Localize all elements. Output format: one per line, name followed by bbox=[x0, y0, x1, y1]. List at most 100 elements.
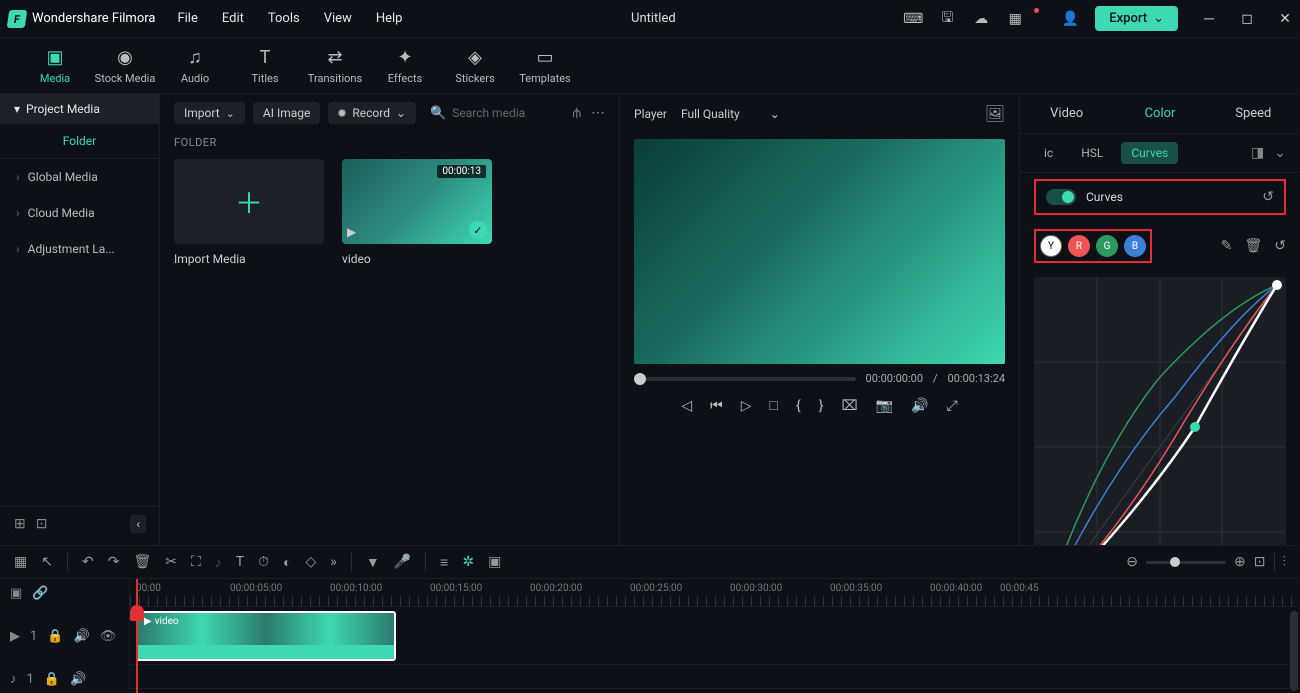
menu-view[interactable]: View bbox=[324, 11, 352, 26]
tab-templates[interactable]: ▭Templates bbox=[510, 47, 580, 85]
apps-icon[interactable]: ▦ bbox=[1006, 10, 1024, 28]
undo-icon[interactable]: ↺ bbox=[1274, 238, 1286, 254]
zoom-in-icon[interactable]: ⊕ bbox=[1234, 554, 1246, 570]
audio-track-1[interactable] bbox=[130, 665, 1300, 689]
import-dropdown[interactable]: Import bbox=[174, 102, 245, 124]
grid-icon[interactable]: ▦ bbox=[14, 554, 27, 570]
zoom-out-icon[interactable]: ⊖ bbox=[1126, 554, 1138, 570]
channel-luma[interactable]: Y bbox=[1040, 235, 1062, 257]
menu-edit[interactable]: Edit bbox=[222, 11, 244, 26]
render-icon[interactable]: ▣ bbox=[488, 554, 501, 570]
playhead[interactable] bbox=[136, 579, 138, 693]
maximize-button[interactable]: ◻ bbox=[1240, 12, 1254, 26]
color-icon[interactable]: ◐ bbox=[283, 554, 291, 571]
play-button[interactable]: ▷ bbox=[741, 398, 752, 414]
inspector-tab-video[interactable]: Video bbox=[1020, 94, 1113, 133]
undo-icon[interactable]: ↶ bbox=[82, 554, 94, 570]
tab-transitions[interactable]: ⇄Transitions bbox=[300, 47, 370, 85]
zoom-fit-icon[interactable]: ⊡ bbox=[1254, 554, 1266, 570]
new-folder-icon[interactable]: ⊞ bbox=[14, 516, 26, 532]
display-icon[interactable]: ⌧ bbox=[841, 398, 857, 414]
speed-icon[interactable]: ⏱ bbox=[258, 554, 269, 570]
marker-icon[interactable]: ▼ bbox=[366, 554, 380, 571]
lock-icon[interactable]: 🔒 bbox=[44, 672, 60, 687]
stop-button[interactable]: □ bbox=[769, 397, 777, 414]
mixer-icon[interactable]: ≡ bbox=[440, 554, 448, 571]
mute-icon[interactable]: 🔊 bbox=[74, 629, 90, 644]
minimize-button[interactable]: ─ bbox=[1202, 12, 1216, 26]
keyframe-icon[interactable]: ◇ bbox=[306, 554, 317, 570]
eyedropper-icon[interactable]: ✎ bbox=[1221, 238, 1233, 254]
zoom-handle[interactable] bbox=[1170, 557, 1180, 567]
chevron-down-icon[interactable]: ⌄ bbox=[1274, 145, 1286, 161]
curves-reset-icon[interactable]: ↺ bbox=[1262, 189, 1274, 205]
tab-stock-media[interactable]: ◉Stock Media bbox=[90, 47, 160, 85]
fullscreen-icon[interactable]: ⤢ bbox=[946, 398, 957, 414]
compare-icon[interactable]: ◨ bbox=[1251, 145, 1264, 161]
audio-track-icon[interactable]: ♪ bbox=[10, 671, 17, 687]
inspector-tab-speed[interactable]: Speed bbox=[1207, 94, 1300, 133]
crop-icon[interactable]: ⛶ bbox=[191, 554, 201, 570]
camera-icon[interactable]: 📷 bbox=[876, 398, 893, 414]
close-button[interactable]: ✕ bbox=[1278, 12, 1292, 26]
inspector-tab-color[interactable]: Color bbox=[1113, 94, 1206, 133]
cloud-icon[interactable]: ☁ bbox=[972, 10, 990, 28]
timeline-ruler[interactable]: 00:00 00:00:05:00 00:00:10:00 00:00:15:0… bbox=[130, 579, 1300, 607]
search-input[interactable]: 🔍 Search media bbox=[424, 106, 565, 121]
menu-file[interactable]: File bbox=[177, 11, 197, 26]
tab-effects[interactable]: ✦Effects bbox=[370, 47, 440, 85]
mute-icon[interactable]: 🔊 bbox=[70, 672, 86, 687]
tab-audio[interactable]: ♫Audio bbox=[160, 47, 230, 85]
snapshot-icon[interactable]: 🖼 bbox=[985, 104, 1005, 123]
media-thumb-video[interactable]: 00:00:13 ▶ ✓ video bbox=[342, 159, 492, 266]
link-icon[interactable]: 🔗 bbox=[32, 586, 48, 601]
folder-tab[interactable]: Folder bbox=[0, 124, 159, 159]
zoom-slider[interactable] bbox=[1146, 561, 1226, 564]
sidebar-item-global[interactable]: Global Media bbox=[0, 159, 159, 195]
project-media-header[interactable]: ▾ Project Media bbox=[0, 94, 159, 124]
more-icon[interactable]: ⋯ bbox=[591, 105, 605, 121]
mark-in-button[interactable]: { bbox=[796, 398, 801, 414]
filter-icon[interactable]: ⫛ bbox=[573, 105, 581, 121]
subtab-hsl[interactable]: HSL bbox=[1071, 142, 1113, 164]
ai-image-button[interactable]: AI Image bbox=[253, 102, 320, 124]
pointer-icon[interactable]: ↖ bbox=[41, 554, 53, 570]
account-icon[interactable]: 👤 bbox=[1061, 10, 1079, 28]
delete-icon[interactable]: 🗑 bbox=[133, 554, 151, 570]
lock-icon[interactable]: 🔒 bbox=[47, 629, 63, 644]
audio-edit-icon[interactable]: ♪ bbox=[215, 554, 222, 571]
view-options-icon[interactable]: ⫶ bbox=[1283, 554, 1287, 570]
collapse-sidebar-button[interactable]: ‹ bbox=[130, 515, 146, 533]
channel-green[interactable]: G bbox=[1096, 235, 1118, 257]
progress-slider[interactable] bbox=[634, 377, 856, 381]
export-button[interactable]: Export ⌄ bbox=[1095, 6, 1178, 31]
subtab-curves[interactable]: Curves bbox=[1121, 142, 1178, 164]
sidebar-item-adjustment[interactable]: Adjustment La... bbox=[0, 231, 159, 267]
volume-icon[interactable]: 🔊 bbox=[911, 398, 928, 414]
step-back-button[interactable]: ⏮ bbox=[710, 398, 723, 414]
save-icon[interactable]: 🖫 bbox=[938, 10, 956, 28]
curves-toggle[interactable] bbox=[1046, 189, 1076, 205]
redo-icon[interactable]: ↷ bbox=[108, 554, 120, 570]
text-icon[interactable]: T bbox=[236, 554, 244, 570]
quality-dropdown[interactable]: Full Quality ⌄ bbox=[681, 107, 780, 121]
timeline-clip-video[interactable]: ▶video bbox=[136, 611, 396, 661]
mark-out-button[interactable]: } bbox=[819, 398, 824, 414]
video-track-icon[interactable]: ▶ bbox=[10, 629, 20, 644]
auto-reframe-icon[interactable]: ✲ bbox=[462, 554, 474, 570]
tab-stickers[interactable]: ◈Stickers bbox=[440, 47, 510, 85]
channel-red[interactable]: R bbox=[1068, 235, 1090, 257]
tab-titles[interactable]: TTitles bbox=[230, 47, 300, 85]
import-media-tile[interactable]: ＋ Import Media bbox=[174, 159, 324, 266]
split-icon[interactable]: ✂ bbox=[165, 554, 177, 570]
video-track-1[interactable]: ▶video bbox=[130, 607, 1300, 665]
prev-frame-button[interactable]: ◁ bbox=[681, 398, 692, 414]
tab-media[interactable]: ▣Media bbox=[20, 47, 90, 85]
track-icon[interactable]: ▣ bbox=[10, 586, 22, 601]
channel-blue[interactable]: B bbox=[1124, 235, 1146, 257]
device-icon[interactable]: ⌨ bbox=[904, 10, 922, 28]
progress-handle[interactable] bbox=[634, 373, 646, 385]
timeline-scrollbar[interactable] bbox=[1290, 611, 1298, 691]
subtab-ic[interactable]: ic bbox=[1034, 142, 1063, 164]
menu-tools[interactable]: Tools bbox=[268, 11, 300, 26]
